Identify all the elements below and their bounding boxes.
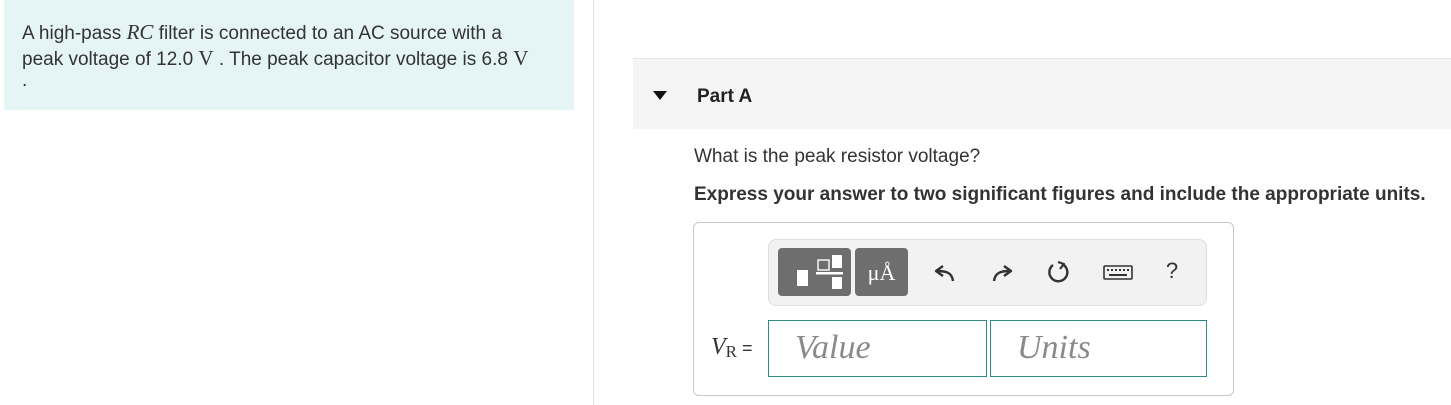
problem-text: filter is connected to an AC source with… xyxy=(153,23,502,44)
templates-icon xyxy=(797,255,843,289)
problem-line-1: A high-pass RC filter is connected to an… xyxy=(22,20,556,46)
redo-icon[interactable] xyxy=(987,258,1015,286)
problem-line-3: . xyxy=(22,70,556,91)
problem-period: . xyxy=(22,70,28,91)
problem-statement: A high-pass RC filter is connected to an… xyxy=(4,0,574,110)
units-placeholder: Units xyxy=(1017,329,1091,366)
units-button[interactable]: μÅ xyxy=(855,248,908,296)
problem-text: A high-pass xyxy=(22,23,127,44)
problem-text: peak voltage of 12.0 xyxy=(22,49,199,70)
undo-icon[interactable] xyxy=(932,258,960,286)
math-toolbar: μÅ ? xyxy=(768,239,1207,306)
math-unit: V xyxy=(198,46,214,70)
equals-sign: = xyxy=(737,338,753,358)
column-divider xyxy=(593,0,594,405)
keyboard-icon[interactable] xyxy=(1103,258,1133,286)
value-placeholder: Value xyxy=(795,329,871,366)
reset-icon[interactable] xyxy=(1044,258,1072,286)
problem-text: . The peak capacitor voltage is 6.8 xyxy=(213,49,514,70)
math-unit: V xyxy=(513,46,529,70)
help-button[interactable]: ? xyxy=(1158,256,1186,286)
variable-subscript: R xyxy=(725,342,738,361)
value-input[interactable]: Value xyxy=(768,320,987,377)
problem-line-2: peak voltage of 12.0 V . The peak capaci… xyxy=(22,46,556,72)
collapse-caret-icon[interactable] xyxy=(653,91,667,100)
part-header[interactable]: Part A xyxy=(633,58,1451,129)
instruction-text: Express your answer to two significant f… xyxy=(694,184,1426,205)
variable-label: VR = xyxy=(711,334,753,361)
variable-symbol: V xyxy=(711,334,726,360)
part-title: Part A xyxy=(697,86,753,107)
units-input[interactable]: Units xyxy=(990,320,1207,377)
question-text: What is the peak resistor voltage? xyxy=(694,146,981,167)
math-rc: RC xyxy=(126,20,154,44)
templates-button[interactable] xyxy=(778,248,851,296)
